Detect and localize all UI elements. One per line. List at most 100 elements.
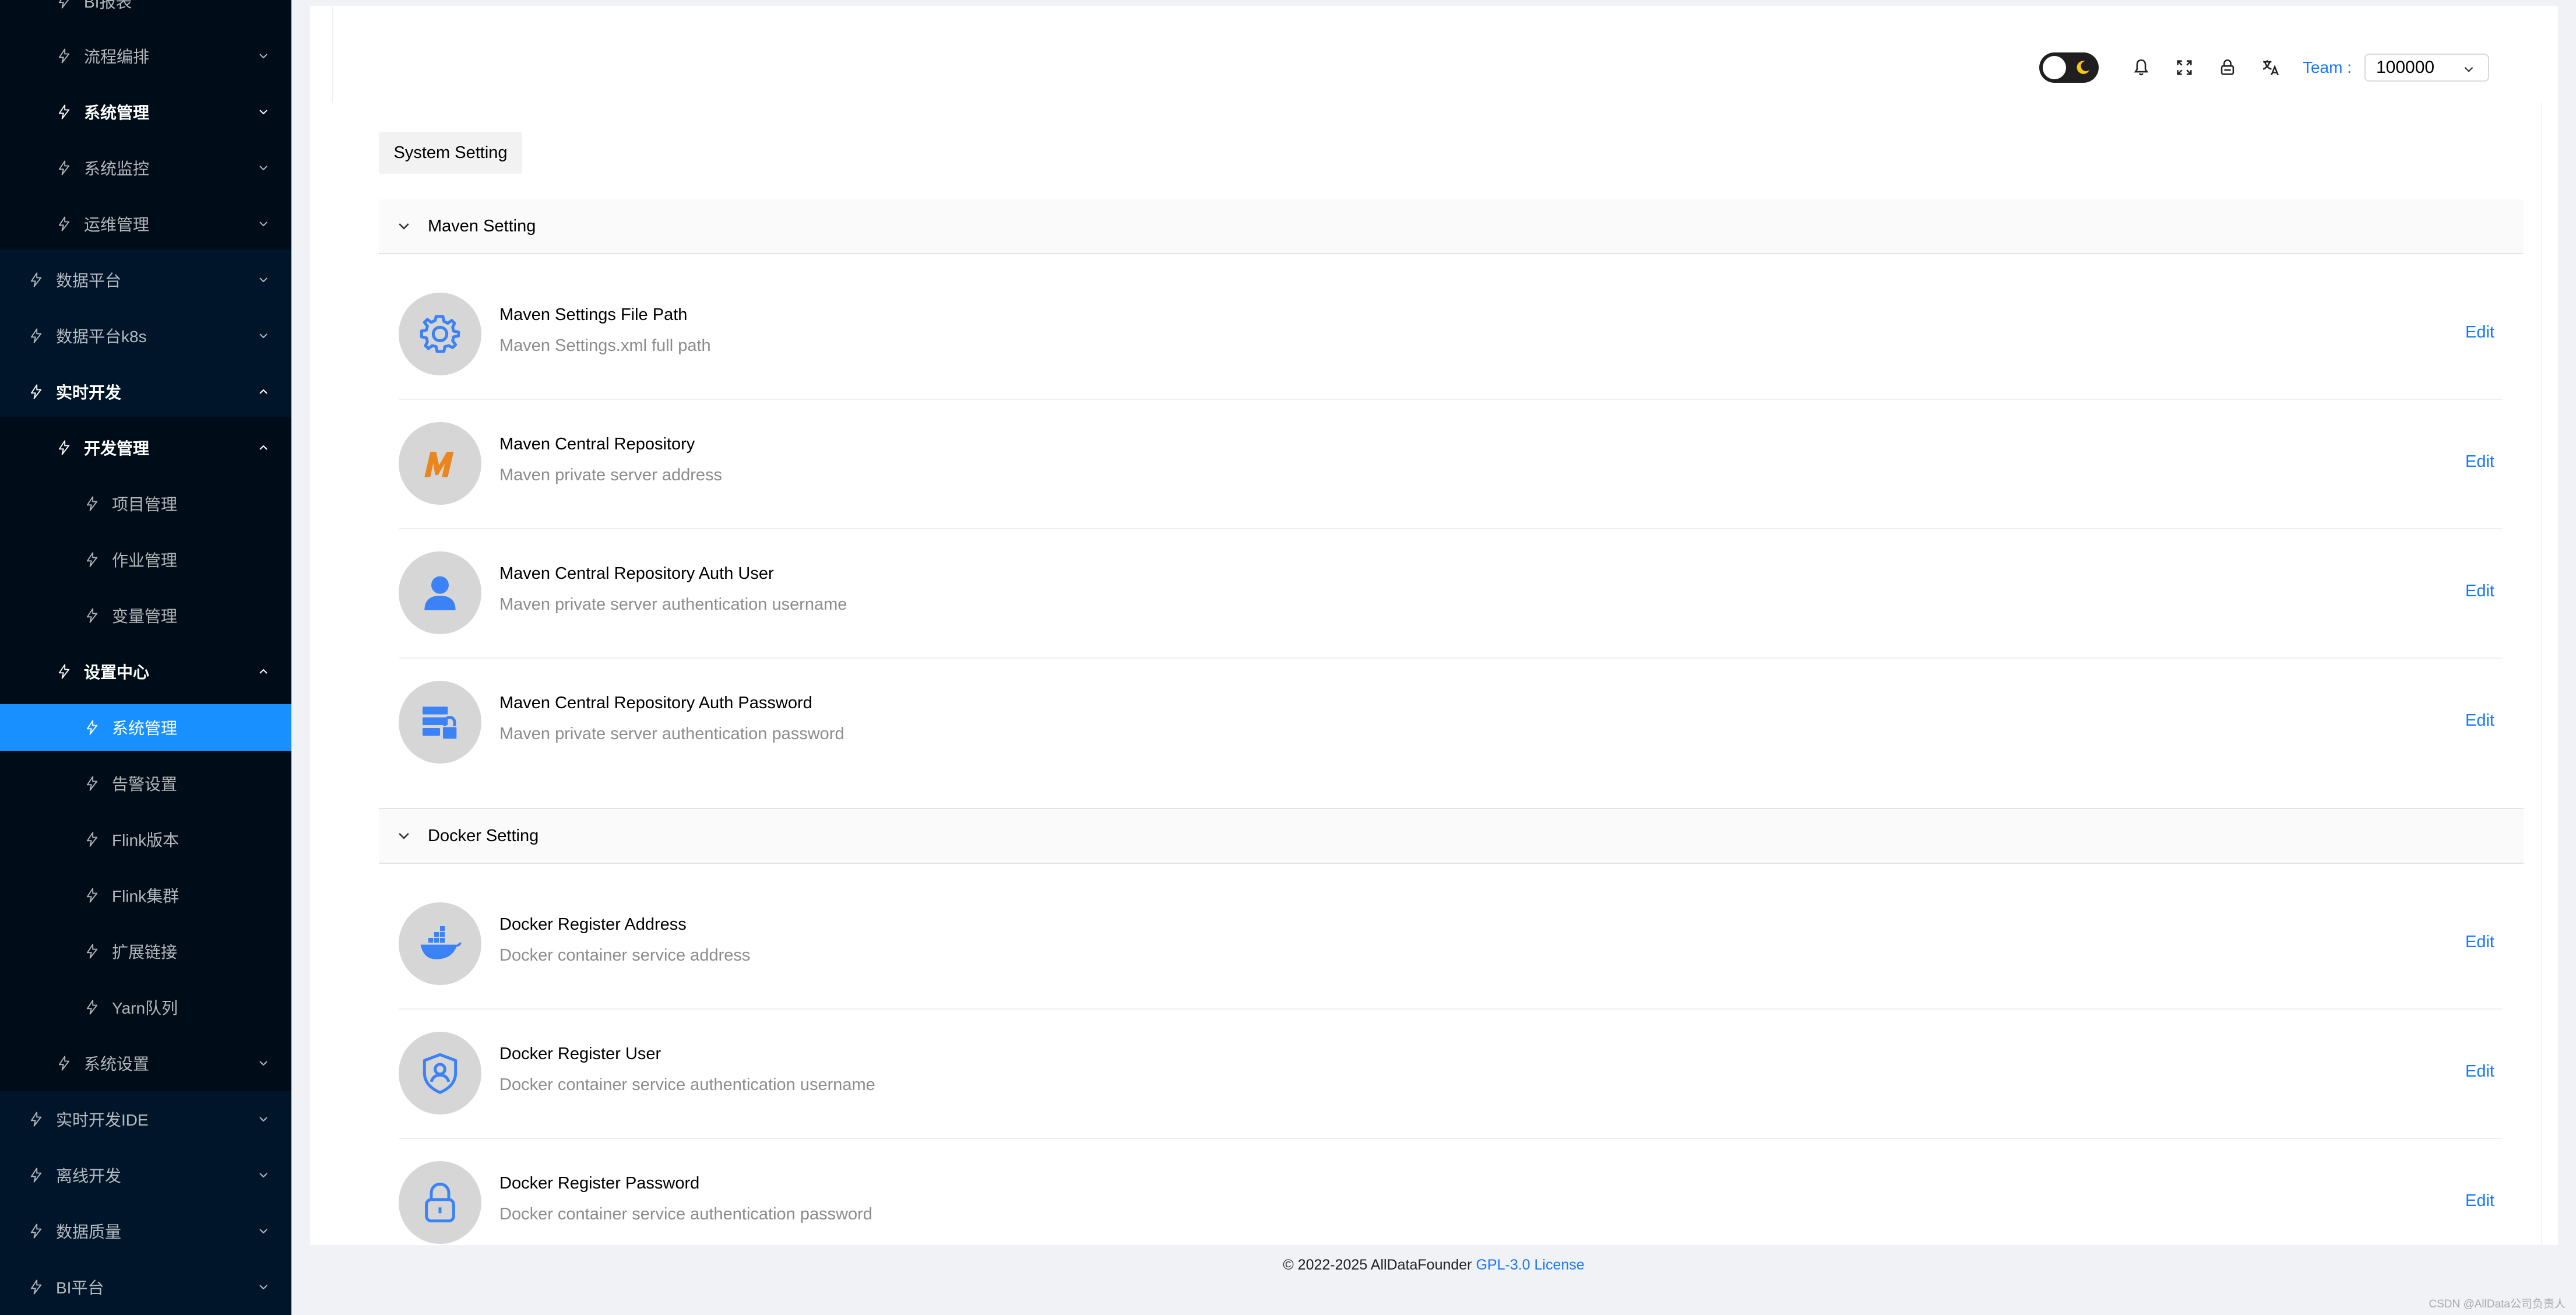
sidebar-item-job-manage[interactable]: 作业管理 xyxy=(0,536,291,583)
maven-section-header[interactable]: Maven Setting xyxy=(379,199,2524,254)
setting-title: Maven Central Repository Auth User xyxy=(499,564,774,583)
setting-row: Maven Central Repository Auth Password M… xyxy=(399,658,2503,787)
sidebar-item-label: 实时开发 xyxy=(56,384,122,402)
sidebar-item-bi-platform[interactable]: BI平台 xyxy=(0,1264,291,1310)
translate-icon[interactable] xyxy=(2261,58,2281,78)
bolt-icon xyxy=(28,384,44,400)
bolt-icon xyxy=(28,272,44,288)
sidebar-item-ext-links[interactable]: 扩展链接 xyxy=(0,928,291,975)
sidebar-item-bi-report[interactable]: BI报表 xyxy=(0,0,291,24)
edit-button[interactable]: Edit xyxy=(2465,711,2494,730)
edit-button[interactable]: Edit xyxy=(2465,323,2494,342)
theme-toggle[interactable] xyxy=(2039,52,2099,83)
setting-avatar xyxy=(399,902,481,985)
bolt-icon xyxy=(84,999,100,1015)
sidebar-item-realtime-dev[interactable]: 实时开发 xyxy=(0,368,291,415)
sidebar-item-project-manage[interactable]: 项目管理 xyxy=(0,480,291,527)
setting-description: Maven private server address xyxy=(499,466,722,484)
top-strip xyxy=(291,0,2576,6)
setting-avatar xyxy=(399,551,481,634)
docker-section-header[interactable]: Docker Setting xyxy=(379,808,2524,864)
setting-avatar xyxy=(399,293,481,375)
bolt-icon xyxy=(84,775,100,792)
sidebar-item-flow[interactable]: 流程编排 xyxy=(0,33,291,79)
page-footer: © 2022-2025 AllDataFounder GPL-3.0 Licen… xyxy=(291,1257,2576,1274)
license-link[interactable]: GPL-3.0 License xyxy=(1476,1257,1584,1273)
sidebar-item-label: 系统管理 xyxy=(112,719,178,737)
setting-description: Docker container service address xyxy=(499,946,751,965)
chevron-down-icon xyxy=(258,274,269,286)
setting-row: Docker Register Address Docker container… xyxy=(399,879,2503,1010)
chevron-down-icon xyxy=(258,1225,269,1237)
chevron-down-icon xyxy=(258,218,269,230)
sidebar-item-label: 作业管理 xyxy=(112,551,178,569)
edit-button[interactable]: Edit xyxy=(2465,1062,2494,1081)
shield-user-icon xyxy=(423,1053,458,1094)
sidebar-item-data-quality[interactable]: 数据质量 xyxy=(0,1208,291,1254)
bolt-icon xyxy=(56,663,72,680)
bolt-icon xyxy=(28,1223,44,1239)
sidebar-item-data-platform-k8s[interactable]: 数据平台k8s xyxy=(0,312,291,359)
sidebar-item-offline-dev[interactable]: 离线开发 xyxy=(0,1152,291,1198)
sidebar-item-system-manage[interactable]: 系统管理 xyxy=(0,89,291,135)
chevron-down-icon xyxy=(396,828,411,843)
bolt-icon xyxy=(56,160,72,176)
bolt-icon xyxy=(84,831,100,848)
chevron-up-icon xyxy=(258,666,269,677)
sidebar-item-label: 流程编排 xyxy=(84,48,150,66)
sidebar-item-label: BI报表 xyxy=(84,0,132,11)
watermark-text: CSDN @AllData公司负责人 xyxy=(2429,1298,2566,1310)
sidebar-item-label: BI平台 xyxy=(56,1279,104,1297)
sidebar-item-label: 项目管理 xyxy=(112,495,178,514)
sidebar-item-label: 数据平台k8s xyxy=(56,328,147,346)
sidebar-item-label: 数据质量 xyxy=(56,1223,122,1241)
bolt-icon xyxy=(28,328,44,344)
sidebar-item-variable-manage[interactable]: 变量管理 xyxy=(0,592,291,639)
main-area: Team : 100000 System Setting Maven Setti… xyxy=(291,0,2576,1315)
setting-title: Maven Central Repository Auth Password xyxy=(499,694,812,712)
top-header: Team : 100000 xyxy=(332,6,2542,104)
chevron-down-icon xyxy=(2462,63,2475,76)
fullscreen-icon[interactable] xyxy=(2174,58,2194,78)
tab-system-setting[interactable]: System Setting xyxy=(379,132,522,174)
sidebar-item-label: 变量管理 xyxy=(112,607,178,625)
sidebar-item-flink-cluster[interactable]: Flink集群 xyxy=(0,872,291,919)
sidebar-item-system-monitor[interactable]: 系统监控 xyxy=(0,145,291,191)
bolt-icon xyxy=(56,1055,72,1071)
sidebar-item-label: 告警设置 xyxy=(112,775,178,793)
sidebar-item-settings-center[interactable]: 设置中心 xyxy=(0,648,291,695)
edit-button[interactable]: Edit xyxy=(2465,452,2494,472)
bell-icon[interactable] xyxy=(2131,58,2151,78)
sidebar-item-label: 系统管理 xyxy=(84,104,150,122)
sidebar-item-data-platform[interactable]: 数据平台 xyxy=(0,256,291,303)
bolt-icon xyxy=(84,943,100,959)
lock-screen-icon[interactable] xyxy=(2218,58,2237,78)
chevron-down-icon xyxy=(258,1281,269,1293)
setting-title: Maven Central Repository xyxy=(499,435,695,453)
sidebar-item-label: 离线开发 xyxy=(56,1167,122,1185)
edit-button[interactable]: Edit xyxy=(2465,582,2494,601)
sidebar-item-flink-version[interactable]: Flink版本 xyxy=(0,816,291,863)
setting-description: Maven private server authentication user… xyxy=(499,595,847,614)
bolt-icon xyxy=(56,48,72,64)
sidebar-item-dev-manage[interactable]: 开发管理 xyxy=(0,424,291,471)
sidebar-item-yarn-queue[interactable]: Yarn队列 xyxy=(0,984,291,1031)
sidebar-item-alert-setting[interactable]: 告警设置 xyxy=(0,760,291,807)
sidebar-item-ops[interactable]: 运维管理 xyxy=(0,201,291,247)
bolt-icon xyxy=(56,439,72,456)
team-select[interactable]: 100000 xyxy=(2364,54,2489,82)
toggle-knob xyxy=(2042,56,2066,79)
sidebar-item-system-settings[interactable]: 系统设置 xyxy=(0,1040,291,1087)
bolt-icon xyxy=(28,1111,44,1127)
chevron-down-icon xyxy=(258,1113,269,1125)
setting-avatar xyxy=(399,422,481,505)
sidebar-item-system-manage-active[interactable]: 系统管理 xyxy=(0,704,291,751)
content-edge xyxy=(310,6,333,1245)
edit-button[interactable]: Edit xyxy=(2465,1191,2494,1211)
setting-row: Docker Register Password Docker containe… xyxy=(399,1138,2503,1245)
chevron-down-icon xyxy=(258,50,269,62)
maven-logo-icon xyxy=(424,452,454,477)
sidebar-item-realtime-ide[interactable]: 实时开发IDE xyxy=(0,1096,291,1142)
sidebar-item-label: 运维管理 xyxy=(84,216,150,234)
edit-button[interactable]: Edit xyxy=(2465,933,2494,952)
